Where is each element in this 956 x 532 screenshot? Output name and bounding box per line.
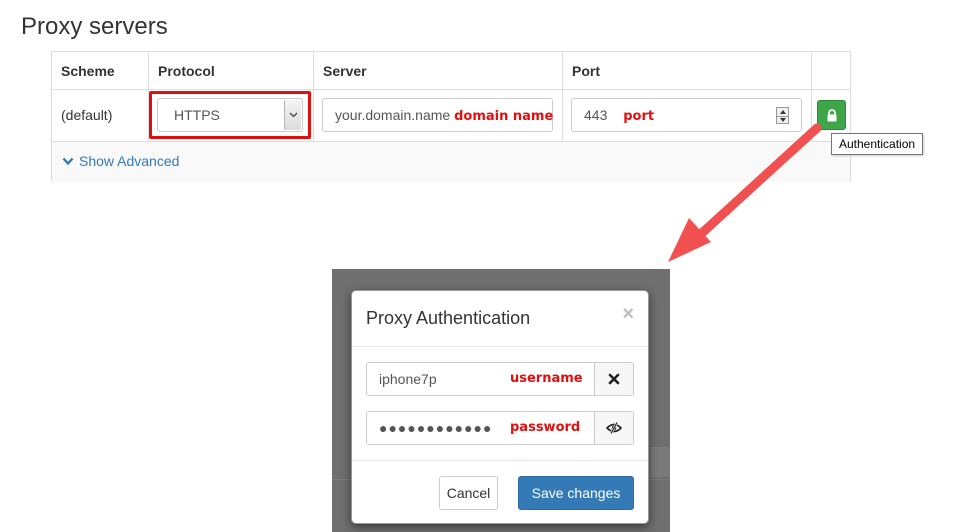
x-mark-icon [608,373,620,385]
password-value: ●●●●●●●●●●●● [379,420,493,436]
password-input-group[interactable]: ●●●●●●●●●●●● password [366,411,634,445]
modal-title: Proxy Authentication [366,308,531,328]
cancel-button[interactable]: Cancel [439,476,498,510]
clear-username-button[interactable] [594,363,633,395]
password-annotation: password [510,420,581,435]
modal-header-divider [352,346,648,347]
username-input-group[interactable]: iphone7p username [366,362,634,396]
background-element [650,447,670,477]
username-annotation: username [510,371,583,386]
eye-slash-icon [606,422,622,434]
proxy-authentication-dialog: Proxy Authentication × iphone7p username… [351,290,649,524]
reveal-password-button[interactable] [594,412,633,444]
modal-footer-divider [352,460,648,461]
save-changes-button[interactable]: Save changes [518,476,634,510]
close-icon[interactable]: × [622,303,634,326]
username-value: iphone7p [379,371,437,387]
